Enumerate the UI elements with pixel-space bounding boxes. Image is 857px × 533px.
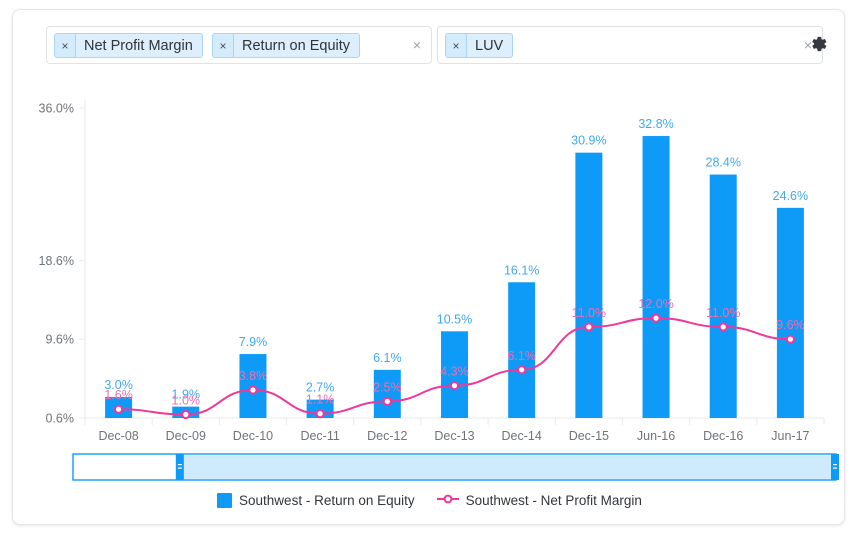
clear-metrics-icon[interactable]: × bbox=[413, 38, 421, 52]
line-marker[interactable] bbox=[382, 396, 392, 406]
y-axis-label: 9.6% bbox=[46, 333, 75, 347]
line-marker[interactable] bbox=[315, 409, 325, 419]
line-marker[interactable] bbox=[449, 380, 460, 391]
screen-root: × Net Profit Margin × Return on Equity ×… bbox=[0, 0, 857, 533]
line-marker[interactable] bbox=[785, 334, 796, 344]
chip-label: LUV bbox=[475, 37, 504, 54]
bar-value-label: 32.8% bbox=[638, 117, 673, 131]
x-axis-label: Jun-16 bbox=[637, 429, 675, 443]
chip-luv[interactable]: × LUV bbox=[445, 33, 514, 58]
bar-value-label: 28.4% bbox=[706, 156, 741, 170]
line-value-label: 6.1% bbox=[507, 349, 536, 363]
line-value-label: 11.0% bbox=[706, 306, 741, 320]
x-axis-label: Dec-12 bbox=[367, 429, 407, 443]
scrollbar-right-handle-grip bbox=[833, 464, 837, 466]
x-axis-label: Dec-15 bbox=[569, 429, 609, 443]
line-marker[interactable] bbox=[113, 404, 124, 414]
bar[interactable] bbox=[575, 152, 603, 418]
line-marker[interactable] bbox=[584, 322, 594, 332]
x-axis-label: Dec-10 bbox=[233, 429, 273, 443]
y-axis-label: 0.6% bbox=[46, 412, 75, 426]
line-value-label: 1.1% bbox=[306, 393, 335, 407]
bar-value-label: 10.5% bbox=[437, 312, 472, 326]
scrollbar-left-handle[interactable] bbox=[175, 454, 184, 480]
line-value-label: 1.0% bbox=[172, 393, 201, 407]
x-axis-label: Dec-08 bbox=[98, 429, 138, 443]
legend-label: Southwest - Net Profit Margin bbox=[465, 493, 642, 508]
chip-remove-icon[interactable]: × bbox=[446, 34, 467, 57]
line-value-label: 3.8% bbox=[239, 369, 268, 383]
bar-value-label: 30.9% bbox=[571, 134, 606, 148]
x-axis-label: Dec-13 bbox=[434, 429, 474, 443]
bar-value-label: 7.9% bbox=[239, 335, 268, 349]
line-value-label: 11.0% bbox=[572, 306, 607, 320]
chip-remove-icon[interactable]: × bbox=[55, 34, 76, 57]
combo-chart: 36.0%18.6%9.6%0.6%3.0%1.9%7.9%2.7%6.1%10… bbox=[39, 100, 839, 481]
chart-card: × Net Profit Margin × Return on Equity ×… bbox=[12, 9, 845, 525]
x-axis-label: Dec-16 bbox=[703, 429, 743, 443]
scrollbar-left-handle-grip bbox=[177, 464, 182, 466]
chip-label: Return on Equity bbox=[242, 37, 351, 54]
legend-line-swatch bbox=[436, 493, 459, 508]
line-marker[interactable] bbox=[248, 385, 258, 395]
bar-value-label: 6.1% bbox=[373, 351, 402, 365]
x-axis-label: Jun-17 bbox=[771, 429, 809, 443]
chip-remove-icon[interactable]: × bbox=[213, 34, 234, 57]
x-axis-label: Dec-09 bbox=[166, 429, 206, 443]
legend-bar-swatch bbox=[217, 493, 233, 508]
selector-bar: × Net Profit Margin × Return on Equity ×… bbox=[33, 26, 829, 66]
y-axis-label: 36.0% bbox=[39, 102, 74, 116]
range-scrollbar[interactable] bbox=[72, 453, 839, 481]
bar-value-label: 16.1% bbox=[504, 263, 539, 277]
legend-item-net-profit-margin[interactable]: Southwest - Net Profit Margin bbox=[436, 493, 642, 508]
ticker-selector-box[interactable]: × LUV × bbox=[437, 26, 823, 64]
legend-label: Southwest - Return on Equity bbox=[239, 493, 415, 508]
line-marker[interactable] bbox=[718, 322, 728, 332]
line-marker[interactable] bbox=[181, 409, 191, 420]
line-marker[interactable] bbox=[517, 365, 527, 375]
legend-item-return-on-equity[interactable]: Southwest - Return on Equity bbox=[217, 493, 415, 508]
line-marker[interactable] bbox=[651, 313, 661, 323]
scrollbar-left-handle-grip bbox=[177, 467, 182, 469]
line-value-label: 1.6% bbox=[104, 388, 133, 402]
bar[interactable] bbox=[642, 136, 670, 419]
scrollbar-selected-range[interactable] bbox=[179, 455, 834, 479]
chip-return-on-equity[interactable]: × Return on Equity bbox=[212, 33, 361, 58]
scrollbar-right-handle[interactable] bbox=[831, 454, 839, 480]
line-value-label: 9.6% bbox=[776, 318, 805, 332]
line-value-label: 4.3% bbox=[440, 365, 469, 379]
scrollbar-right-handle-grip bbox=[833, 467, 837, 469]
line-value-label: 12.0% bbox=[638, 297, 673, 311]
chip-label: Net Profit Margin bbox=[84, 37, 193, 54]
x-axis-label: Dec-14 bbox=[502, 429, 542, 443]
x-axis-label: Dec-11 bbox=[300, 429, 339, 443]
chip-net-profit-margin[interactable]: × Net Profit Margin bbox=[54, 33, 203, 58]
chart-legend: Southwest - Return on Equity Southwest -… bbox=[13, 493, 846, 508]
y-axis-label: 18.6% bbox=[39, 254, 74, 268]
bar[interactable] bbox=[776, 207, 804, 418]
gear-icon[interactable] bbox=[807, 33, 829, 55]
bar[interactable] bbox=[709, 174, 737, 418]
bar-value-label: 24.6% bbox=[773, 189, 808, 203]
chart-plot-area: 36.0% 18.6% 9.6% 0.6% 3.0% 1.9% 7.9% 2.7% 6.1% 10… bbox=[13, 82, 846, 526]
metrics-selector-box[interactable]: × Net Profit Margin × Return on Equity × bbox=[46, 26, 432, 64]
line-value-label: 2.5% bbox=[373, 380, 402, 394]
